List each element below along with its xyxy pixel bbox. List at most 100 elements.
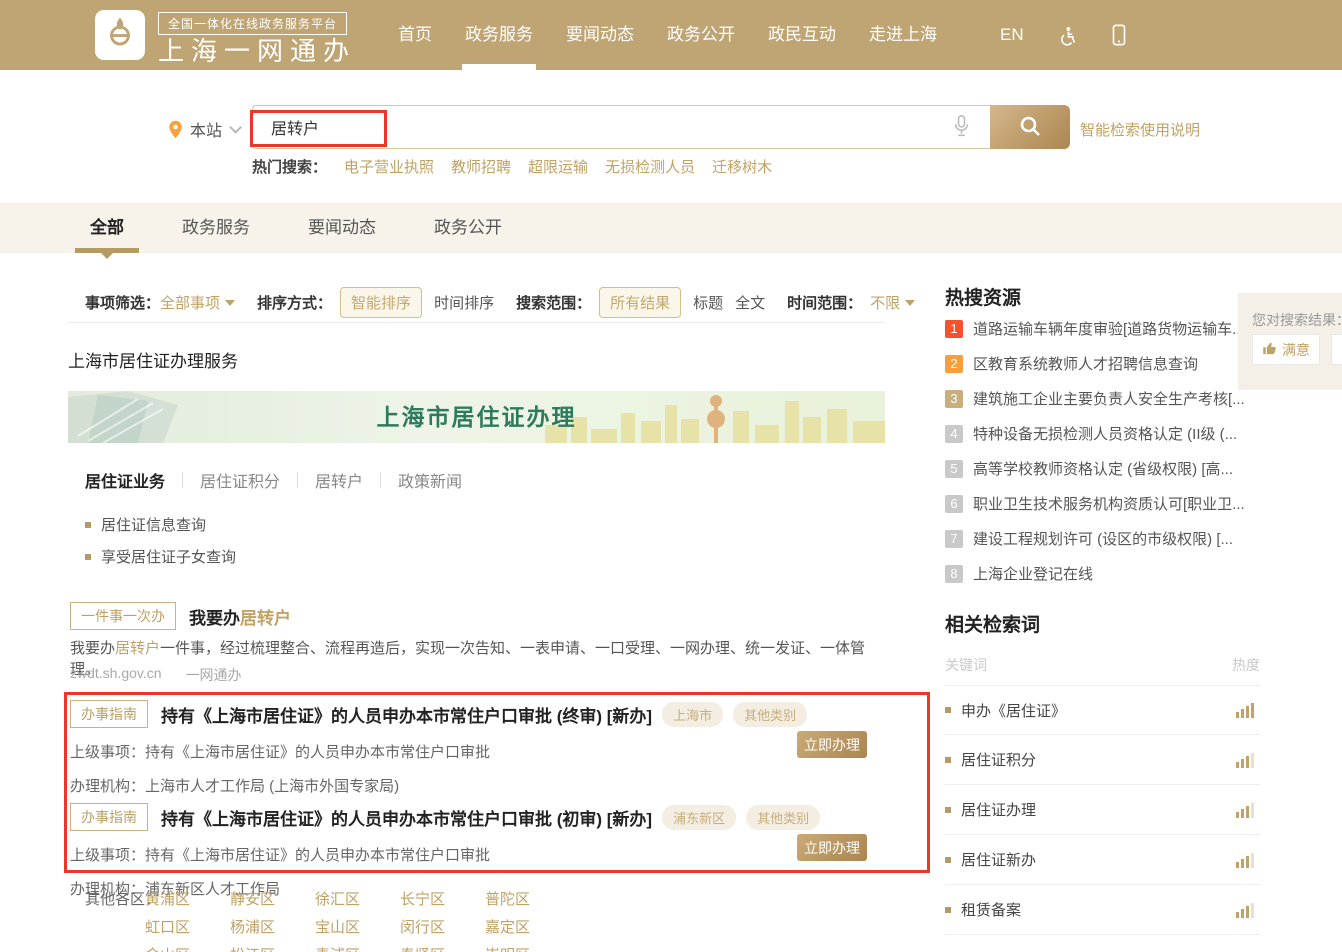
hot-search-link[interactable]: 电子营业执照 [344,156,434,177]
one-thing-badge: 一件事一次办 [70,602,176,630]
hot-resource-item[interactable]: 1 道路运输车辆年度审验[道路货物运输车... [945,318,1245,339]
related-term-row[interactable]: 申办《居住证》 [945,685,1260,735]
mobile-icon[interactable] [1111,24,1127,46]
hot-search-link[interactable]: 超限运输 [528,156,588,177]
card-tab-residence-business[interactable]: 居住证业务 [85,468,165,492]
district-link[interactable]: 普陀区 [485,888,570,909]
card-link-info-query[interactable]: 居住证信息查询 [85,514,206,535]
smart-search-help-link[interactable]: 智能检索使用说明 [1080,119,1200,140]
mic-icon[interactable] [953,114,970,143]
handle-now-button[interactable]: 立即办理 [797,834,867,861]
hot-search-link[interactable]: 迁移树木 [712,156,772,177]
hot-resource-item[interactable]: 2 区教育系统教师人才招聘信息查询 [945,353,1198,374]
search-input[interactable] [252,105,990,149]
bullet-icon [945,807,951,813]
tab-all[interactable]: 全部 [90,203,124,253]
time-range-label: 时间范围： [787,292,862,313]
sort-time-button[interactable]: 时间排序 [434,292,494,313]
hot-resource-item[interactable]: 4 特种设备无损检测人员资格认定 (II级 (... [945,423,1237,444]
district-links: 黄浦区 静安区 徐汇区 长宁区 普陀区 虹口区 杨浦区 宝山区 闵行区 嘉定区 … [145,888,585,952]
rank-badge: 5 [945,460,963,478]
hot-resource-item[interactable]: 6 职业卫生技术服务机构资质认可[职业卫... [945,493,1245,514]
site-logo[interactable] [95,10,145,60]
district-link[interactable]: 虹口区 [145,916,230,937]
heat-bars-icon [1236,702,1254,718]
district-link[interactable]: 杨浦区 [230,916,315,937]
hot-resource-item[interactable]: 7 建设工程规划许可 (设区的市级权限) [... [945,528,1233,549]
result-service-title[interactable]: 上海市居住证办理服务 [68,347,238,372]
tab-disclosure[interactable]: 政务公开 [434,203,502,253]
district-link[interactable]: 松江区 [230,944,315,952]
district-link[interactable]: 金山区 [145,944,230,952]
guide-title[interactable]: 持有《上海市居住证》的人员申办本市常住户口审批 (初审) [新办] [161,805,652,830]
site-title: 上海一网通办 [158,31,356,68]
bullet-icon [945,857,951,863]
district-link[interactable]: 黄浦区 [145,888,230,909]
district-link[interactable]: 徐汇区 [315,888,400,909]
related-term-row[interactable]: 居住证积分 [945,735,1260,785]
district-link[interactable]: 青浦区 [315,944,400,952]
district-link[interactable]: 奉贤区 [400,944,485,952]
rank-badge: 6 [945,495,963,513]
sort-smart-button[interactable]: 智能排序 [340,287,422,318]
category-tag: 其他类别 [733,702,807,727]
scope-all-button[interactable]: 所有结果 [599,287,681,318]
divider [182,472,183,488]
accessibility-icon[interactable] [1057,25,1078,46]
residence-permit-banner[interactable]: 上海市居住证办理 [68,391,885,443]
nav-home[interactable]: 首页 [398,0,432,70]
caret-down-icon [905,300,915,306]
search-scope-label: 本站 [190,117,222,141]
card-link-children-query[interactable]: 享受居住证子女查询 [85,546,236,567]
rank-badge: 2 [945,355,963,373]
nav-about-shanghai[interactable]: 走进上海 [869,0,937,70]
hot-search-link[interactable]: 教师招聘 [451,156,511,177]
district-link[interactable]: 静安区 [230,888,315,909]
scope-title-button[interactable]: 标题 [693,292,723,313]
item-filter-dropdown[interactable]: 全部事项 [160,292,220,313]
card-tab-points[interactable]: 居住证积分 [200,468,280,492]
district-link[interactable]: 长宁区 [400,888,485,909]
nav-disclosure[interactable]: 政务公开 [667,0,735,70]
scope-label: 搜索范围： [516,292,591,313]
district-link[interactable]: 崇明区 [485,944,570,952]
parent-item-value: 持有《上海市居住证》的人员申办本市常住户口审批 [145,844,490,865]
thumb-up-icon [1262,341,1277,359]
one-thing-title[interactable]: 我要办 [189,604,240,629]
hot-resource-item[interactable]: 3 建筑施工企业主要负责人安全生产考核[... [945,388,1245,409]
search-scope-selector[interactable]: 本站 [168,117,238,141]
unsatisfied-button-clipped[interactable] [1331,334,1342,365]
rank-badge: 7 [945,530,963,548]
logo-emblem-icon [103,16,137,55]
page: 全国一体化在线政务服务平台 上海一网通办 首页 政务服务 要闻动态 政务公开 政… [0,0,1342,952]
time-range-dropdown[interactable]: 不限 [870,292,900,313]
agency-label: 办理机构： [70,775,145,796]
nav-services[interactable]: 政务服务 [465,0,533,70]
hot-resource-item[interactable]: 5 高等学校教师资格认定 (省级权限) [高... [945,458,1233,479]
tab-news[interactable]: 要闻动态 [308,203,376,253]
nav-news[interactable]: 要闻动态 [566,0,634,70]
nav-interaction[interactable]: 政民互动 [768,0,836,70]
one-thing-title-highlight[interactable]: 居转户 [240,604,291,629]
district-link[interactable]: 闵行区 [400,916,485,937]
district-link[interactable]: 嘉定区 [485,916,570,937]
hot-search-link[interactable]: 无损检测人员 [605,156,695,177]
guide-title[interactable]: 持有《上海市居住证》的人员申办本市常住户口审批 (终审) [新办] [161,702,652,727]
search-button[interactable] [990,105,1070,149]
card-tab-hukou-transfer[interactable]: 居转户 [315,468,363,492]
card-tab-policy-news[interactable]: 政策新闻 [398,468,462,492]
heat-bars-icon [1236,852,1254,868]
nav-language-en[interactable]: EN [1000,0,1024,70]
related-term-row[interactable]: 租赁备案 [945,885,1260,935]
scope-fulltext-button[interactable]: 全文 [735,292,765,313]
related-term-row[interactable]: 居住证新办 [945,835,1260,885]
tab-services[interactable]: 政务服务 [182,203,250,253]
district-link[interactable]: 宝山区 [315,916,400,937]
handle-now-button[interactable]: 立即办理 [797,731,867,758]
hot-resource-item[interactable]: 8 上海企业登记在线 [945,563,1093,584]
satisfied-button[interactable]: 满意 [1252,334,1320,365]
related-term-row[interactable]: 居住证办理 [945,785,1260,835]
bullet-icon [945,757,951,763]
bullet-icon [945,707,951,713]
source-site: 一网通办 [186,665,242,685]
